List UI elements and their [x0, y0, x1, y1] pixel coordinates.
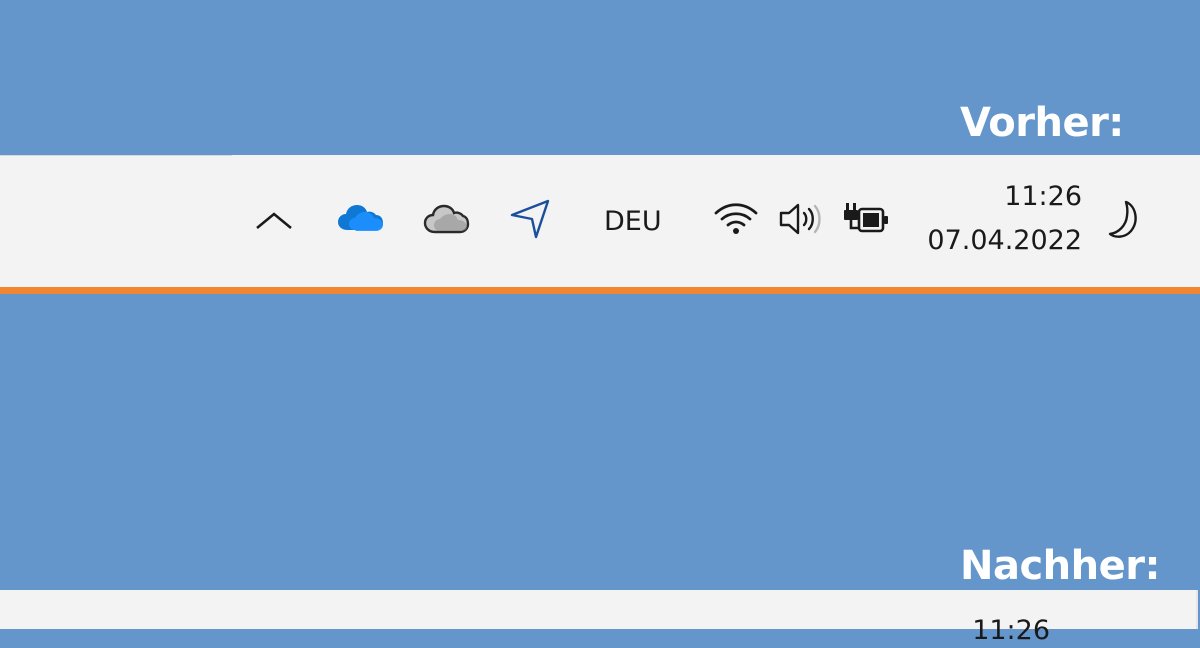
after-heading: Nachher: — [960, 543, 1160, 589]
moon-icon[interactable] — [1106, 199, 1146, 241]
language-indicator[interactable]: DEU — [604, 205, 662, 239]
wifi-icon[interactable] — [712, 199, 760, 237]
cloud-icon[interactable] — [422, 202, 470, 236]
location-icon[interactable] — [508, 197, 552, 241]
chevron-up-icon[interactable] — [254, 206, 294, 234]
battery-charging-icon[interactable] — [842, 200, 890, 238]
taskbar-before — [0, 155, 1200, 287]
accent-divider — [0, 287, 1200, 294]
clock-time-after[interactable]: 11:26 — [972, 614, 1050, 648]
speaker-icon[interactable] — [778, 200, 824, 238]
onedrive-icon[interactable] — [336, 202, 384, 236]
before-heading: Vorher: — [960, 100, 1124, 146]
clock-date[interactable]: 07.04.2022 — [927, 224, 1082, 258]
clock-time[interactable]: 11:26 — [1004, 180, 1082, 214]
